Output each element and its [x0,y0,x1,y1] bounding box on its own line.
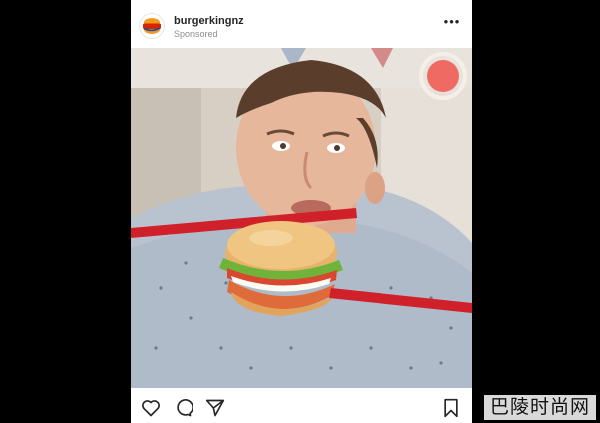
post-video[interactable] [131,48,472,388]
post-actions-bar [131,390,472,423]
sponsored-label: Sponsored [174,29,218,39]
heart-icon[interactable] [141,398,161,418]
watermark-text: 巴陵时尚网 [483,395,596,420]
bookmark-icon[interactable] [441,398,461,418]
profile-avatar[interactable] [139,13,165,39]
video-frame-image [131,48,472,388]
post-header: burgerkingnz Sponsored ••• [131,0,472,47]
burger-king-logo-icon [143,18,161,34]
paper-plane-icon[interactable] [205,398,225,418]
more-options-icon[interactable]: ••• [442,15,462,29]
instagram-post: burgerkingnz Sponsored ••• [131,0,472,423]
comment-icon[interactable] [173,398,194,418]
username-link[interactable]: burgerkingnz [174,15,244,27]
